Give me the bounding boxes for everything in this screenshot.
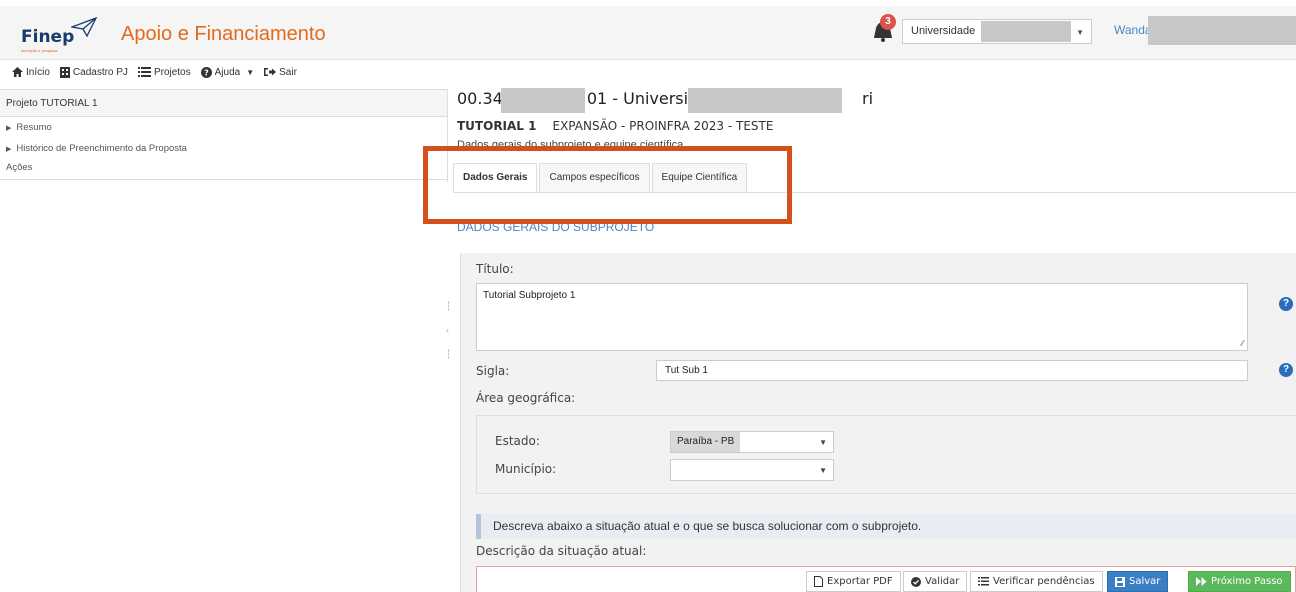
descricao-label: Descrição da situação atual: — [476, 544, 647, 558]
sign-out-icon — [264, 68, 277, 76]
nav-item-ajuda[interactable]: ? Ajuda ▼ — [200, 66, 255, 78]
resize-grip-icon[interactable]: ⁄⁄ — [1241, 339, 1244, 348]
caret-down-icon: ▼ — [246, 67, 255, 77]
fast-forward-icon — [1196, 577, 1207, 586]
notification-count-badge: 3 — [880, 14, 896, 30]
nav-item-cadastro-pj[interactable]: Cadastro PJ — [59, 66, 128, 78]
logo-text: Finep — [21, 27, 75, 47]
save-icon — [1115, 576, 1125, 587]
sidebar-item-label: Histórico de Preenchimento da Proposta — [16, 143, 187, 154]
help-icon[interactable]: ? — [1279, 363, 1293, 377]
sidebar-item-resumo[interactable]: ▶ Resumo — [0, 117, 447, 138]
proximo-passo-button[interactable]: Próximo Passo — [1188, 571, 1291, 592]
nav-item-label: Projetos — [153, 66, 191, 78]
nav-item-label: Cadastro PJ — [72, 66, 128, 78]
municipio-label: Município: — [495, 462, 557, 476]
question-icon: ? — [200, 66, 212, 78]
caret-down-icon: ▼ — [819, 438, 827, 447]
project-id-prefix: 00.34 — [457, 89, 503, 108]
estado-label: Estado: — [495, 434, 540, 448]
nav-item-label: Ajuda — [214, 66, 241, 78]
caret-down-icon: ▼ — [819, 466, 827, 475]
nav-item-label: Início — [26, 66, 50, 78]
salvar-button[interactable]: Salvar — [1107, 571, 1169, 592]
redaction-box — [1148, 16, 1296, 45]
home-icon — [12, 67, 23, 77]
building-icon — [59, 66, 70, 78]
verificar-pendencias-button[interactable]: Verificar pendências — [970, 571, 1103, 592]
organization-select[interactable]: Universidade ▼ — [902, 19, 1092, 44]
panel-splitter-handle[interactable]: ┆ ‹ ┆ — [446, 300, 451, 360]
nav-item-sair[interactable]: Sair — [264, 67, 297, 78]
organization-select-value: Universidade — [911, 25, 976, 37]
area-geografica-label: Área geográfica: — [476, 391, 576, 405]
project-sidebar: Projeto TUTORIAL 1 ▶ Resumo ▶ Histórico … — [0, 89, 448, 182]
export-pdf-label: Exportar PDF — [827, 576, 893, 587]
caret-down-icon: ▼ — [1076, 28, 1084, 37]
app-title: Apoio e Financiamento — [121, 23, 326, 45]
nav-item-projetos[interactable]: Projetos — [137, 66, 191, 78]
svg-text:?: ? — [204, 68, 209, 77]
caret-right-icon: ▶ — [6, 124, 12, 132]
sidebar-item-historico[interactable]: ▶ Histórico de Preenchimento da Proposta — [0, 138, 447, 159]
estado-select-value: Paraíba - PB — [671, 432, 741, 452]
titulo-label: Título: — [476, 262, 514, 276]
sigla-input[interactable]: Tut Sub 1 — [656, 360, 1248, 381]
estado-select[interactable]: Paraíba - PB ▼ — [670, 431, 834, 453]
sigla-label: Sigla: — [476, 364, 510, 378]
logo-tagline: inovação e pesquisa — [21, 48, 58, 53]
user-name[interactable]: Wanda — [1114, 23, 1152, 37]
titulo-textarea[interactable]: Tutorial Subprojeto 1 ⁄⁄ — [476, 283, 1248, 351]
app-header: Finep inovação e pesquisa Apoio e Financ… — [0, 6, 1296, 60]
redaction-box — [688, 88, 842, 113]
paper-plane-icon — [71, 17, 97, 37]
tabs-highlight-annotation — [423, 146, 792, 224]
sidebar-title: Projeto TUTORIAL 1 — [0, 89, 447, 117]
sidebar-actions[interactable]: Ações — [0, 159, 447, 180]
verificar-label: Verificar pendências — [993, 576, 1095, 587]
info-callout: Descreva abaixo a situação atual e o que… — [476, 514, 1296, 539]
export-pdf-button[interactable]: Exportar PDF — [806, 571, 901, 592]
project-code: TUTORIAL 1 — [457, 119, 537, 133]
check-circle-icon — [911, 576, 921, 587]
list-icon — [978, 577, 989, 586]
file-pdf-icon — [814, 576, 823, 587]
validar-label: Validar — [925, 576, 960, 587]
municipio-select[interactable]: ▼ — [670, 459, 834, 481]
redaction-box — [981, 21, 1071, 42]
nav-item-inicio[interactable]: Início — [12, 67, 50, 78]
project-program: EXPANSÃO - PROINFRA 2023 - TESTE — [552, 119, 774, 133]
titulo-value: Tutorial Subprojeto 1 — [483, 290, 576, 301]
list-icon — [137, 67, 151, 77]
redaction-box — [501, 88, 585, 113]
salvar-label: Salvar — [1129, 576, 1161, 587]
caret-right-icon: ▶ — [6, 145, 12, 153]
sidebar-item-label: Resumo — [16, 122, 52, 133]
proximo-label: Próximo Passo — [1211, 576, 1283, 587]
finep-logo[interactable]: Finep inovação e pesquisa — [21, 17, 101, 53]
nav-item-label: Sair — [279, 66, 297, 78]
area-geografica-box — [476, 415, 1296, 494]
validar-button[interactable]: Validar — [903, 571, 968, 592]
help-icon[interactable]: ? — [1279, 297, 1293, 311]
project-subtitle: TUTORIAL 1 EXPANSÃO - PROINFRA 2023 - TES… — [457, 119, 773, 133]
project-id-tail: ri — [862, 89, 874, 108]
main-nav: Início Cadastro PJ Projetos ? Ajuda ▼ Sa… — [0, 61, 1296, 83]
